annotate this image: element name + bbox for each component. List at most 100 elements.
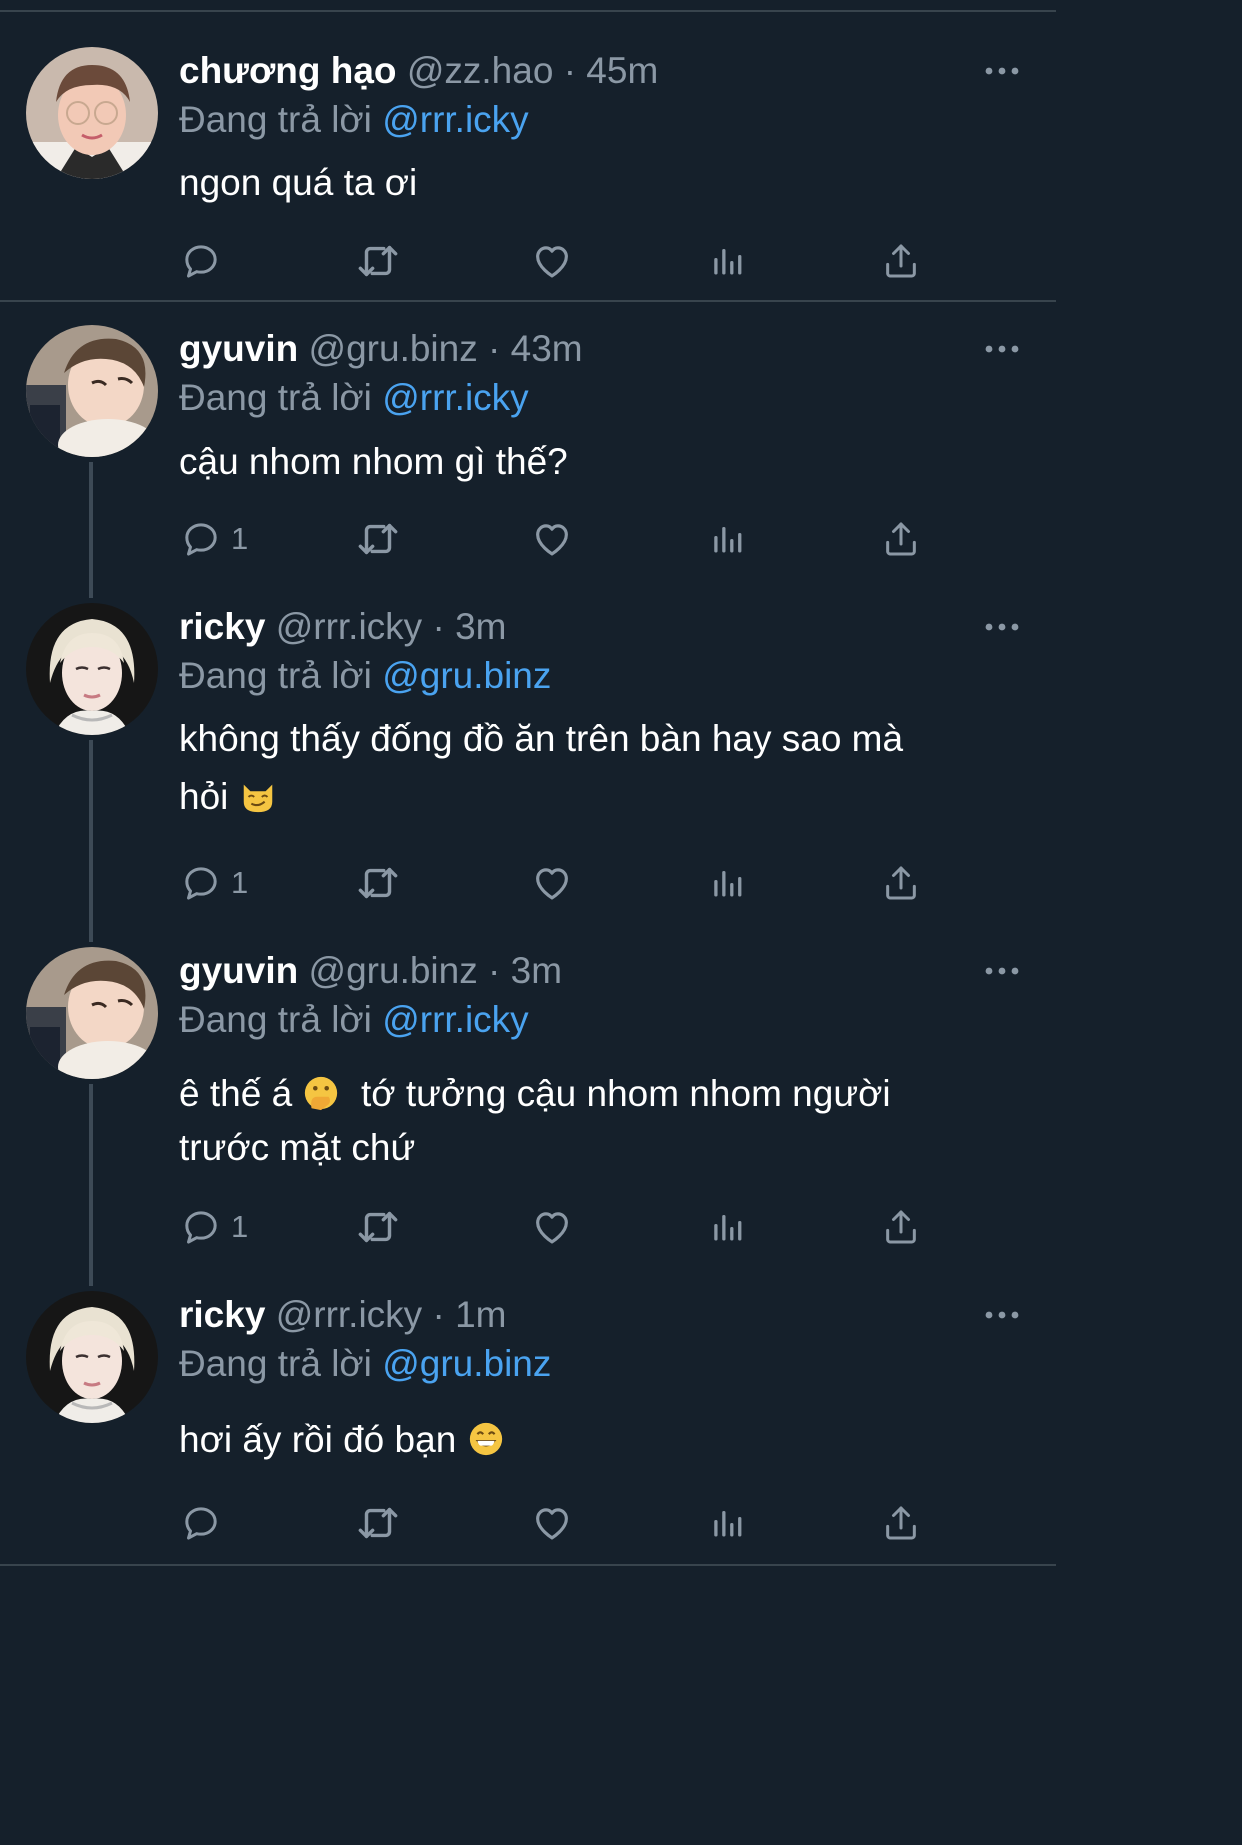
timestamp[interactable]: 1m [455,1294,506,1335]
display-name[interactable]: gyuvin [179,328,298,369]
tweet-text-fragment: hơi ấy rồi đó bạn [179,1419,457,1460]
share-button[interactable] [881,1501,921,1545]
timestamp[interactable]: 3m [455,606,506,647]
replying-to-label: Đang trả lời [179,377,372,418]
smirking-cat-emoji [239,777,277,815]
tweet-text: cậu nhom nhom gì thế? [179,441,568,482]
display-name[interactable]: chương hạo [179,50,397,91]
like-icon [531,518,573,560]
views-icon [709,1209,745,1245]
retweet-icon [355,238,401,284]
tweet-text-line: trước mặt chứ [179,1127,416,1168]
share-icon [881,863,921,903]
tweet-header: gyuvin @gru.binz · 3m [179,948,562,994]
tweet-text-line: ê thế á tớ tưởng cậu nhom nhom người [179,1067,1029,1121]
replying-to-label: Đang trả lời [179,1343,372,1384]
more-options-icon[interactable] [984,1309,1020,1321]
bottom-divider [0,1564,1056,1566]
reply-icon [181,519,221,559]
reply-button[interactable] [181,1501,221,1545]
reply-button[interactable]: 1 [181,1205,248,1249]
retweet-button[interactable] [355,1501,401,1545]
like-icon [531,862,573,904]
share-icon [881,519,921,559]
replying-to: Đang trả lời @rrr.icky [179,97,529,143]
meta-dot: · [488,950,501,991]
tweet-text-fragment: tớ tưởng cậu nhom nhom người [361,1073,891,1114]
share-button[interactable] [881,1205,921,1249]
gyuvin-avatar[interactable] [26,325,158,457]
mention-link[interactable]: @rrr.icky [382,99,528,140]
like-icon [531,1206,573,1248]
meta-dot: · [432,1294,445,1335]
tweet-header: ricky @rrr.icky · 1m [179,1292,506,1338]
tweet-text-fragment: hỏi [179,776,229,817]
replying-to: Đang trả lời @rrr.icky [179,375,529,421]
tweet[interactable]: ricky @rrr.icky · 3m Đang trả lời @gru.b… [0,580,1056,924]
share-button[interactable] [881,239,921,283]
ricky-avatar[interactable] [26,603,158,735]
user-handle[interactable]: @rrr.icky [276,606,422,647]
like-button[interactable] [531,861,573,905]
display-name[interactable]: ricky [179,1294,265,1335]
retweet-button[interactable] [355,1205,401,1249]
views-icon [709,1505,745,1541]
timestamp[interactable]: 45m [586,50,658,91]
tweet[interactable]: chương hạo @zz.hao · 45m Đang trả lời @r… [0,0,1056,302]
user-handle[interactable]: @zz.hao [407,50,554,91]
retweet-icon [355,1204,401,1250]
more-options-icon[interactable] [984,343,1020,355]
retweet-icon [355,1500,401,1546]
views-button[interactable] [709,861,745,905]
chuong-hao-avatar[interactable] [26,47,158,179]
retweet-button[interactable] [355,239,401,283]
share-button[interactable] [881,517,921,561]
tweet[interactable]: gyuvin @gru.binz · 3m Đang trả lời @rrr.… [0,924,1056,1268]
gyuvin-avatar[interactable] [26,947,158,1079]
retweet-icon [355,860,401,906]
user-handle[interactable]: @rrr.icky [276,1294,422,1335]
retweet-icon [355,516,401,562]
replying-to-label: Đang trả lời [179,99,372,140]
tweet-header: ricky @rrr.icky · 3m [179,604,506,650]
display-name[interactable]: gyuvin [179,950,298,991]
user-handle[interactable]: @gru.binz [309,328,478,369]
reply-button[interactable]: 1 [181,517,248,561]
more-options-icon[interactable] [984,965,1020,977]
ricky-avatar[interactable] [26,1291,158,1423]
tweet-text: ê thế á tớ tưởng cậu nhom nhom người trư… [179,1067,1029,1175]
meta-dot: · [563,50,577,91]
mention-link[interactable]: @rrr.icky [382,377,528,418]
replying-to: Đang trả lời @rrr.icky [179,997,529,1043]
more-options-icon[interactable] [984,621,1020,633]
like-button[interactable] [531,1501,573,1545]
mention-link[interactable]: @gru.binz [382,655,551,696]
reply-count: 1 [231,1209,249,1244]
more-options-icon[interactable] [984,65,1020,77]
views-button[interactable] [709,239,745,283]
reply-button[interactable]: 1 [181,861,248,905]
tweet[interactable]: ricky @rrr.icky · 1m Đang trả lời @gru.b… [0,1268,1056,1564]
mention-link[interactable]: @gru.binz [382,1343,551,1384]
retweet-button[interactable] [355,517,401,561]
retweet-button[interactable] [355,861,401,905]
like-button[interactable] [531,1205,573,1249]
views-button[interactable] [709,1501,745,1545]
user-handle[interactable]: @gru.binz [309,950,478,991]
tweet[interactable]: gyuvin @gru.binz · 43m Đang trả lời @rrr… [0,302,1056,578]
share-button[interactable] [881,861,921,905]
like-icon [531,1502,573,1544]
replying-to-label: Đang trả lời [179,655,372,696]
display-name[interactable]: ricky [179,606,265,647]
views-button[interactable] [709,517,745,561]
views-icon [709,243,745,279]
tweet-text: hơi ấy rồi đó bạn [179,1411,1029,1469]
reply-button[interactable] [181,239,221,283]
mention-link[interactable]: @rrr.icky [382,999,528,1040]
timestamp[interactable]: 3m [511,950,562,991]
views-button[interactable] [709,1205,745,1249]
timestamp[interactable]: 43m [511,328,583,369]
like-button[interactable] [531,239,573,283]
like-button[interactable] [531,517,573,561]
meta-dot: · [488,328,501,369]
